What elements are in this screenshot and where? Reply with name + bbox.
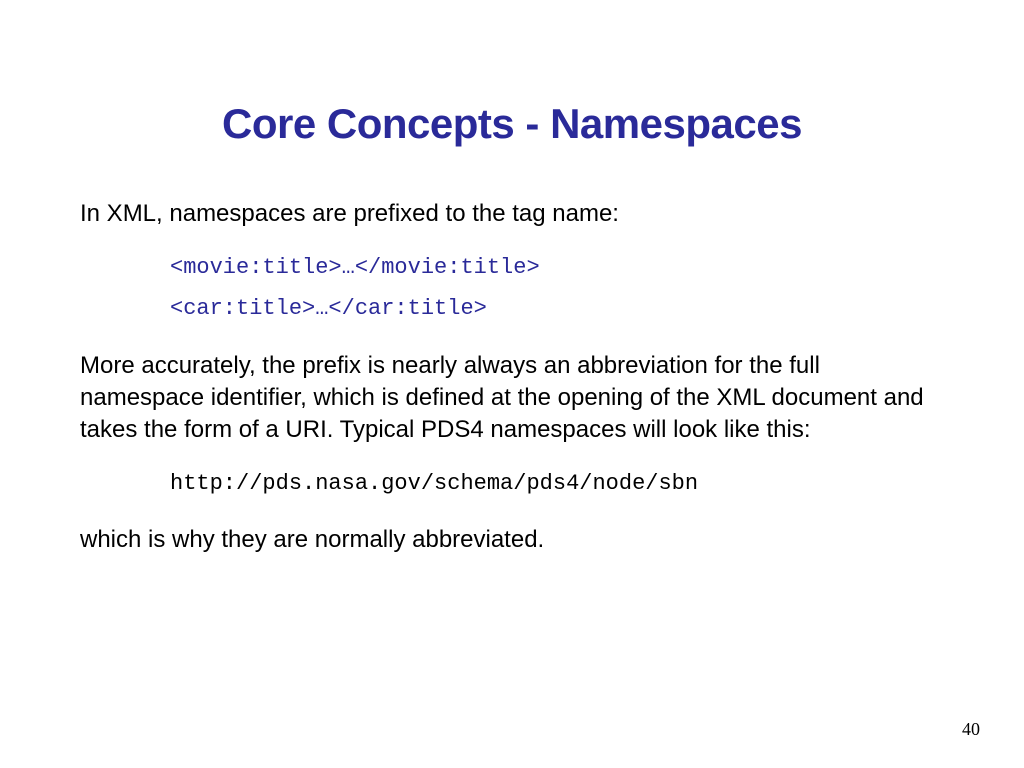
explanation-text: More accurately, the prefix is nearly al… xyxy=(80,350,944,447)
code-example-1: <movie:title>…</movie:title> xyxy=(170,254,944,283)
slide-title: Core Concepts - Namespaces xyxy=(80,100,944,148)
uri-example: http://pds.nasa.gov/schema/pds4/node/sbn xyxy=(170,471,944,496)
page-number: 40 xyxy=(962,719,980,740)
slide-container: Core Concepts - Namespaces In XML, names… xyxy=(0,0,1024,768)
closing-text: which is why they are normally abbreviat… xyxy=(80,524,944,556)
code-example-2: <car:title>…</car:title> xyxy=(170,295,944,324)
intro-text: In XML, namespaces are prefixed to the t… xyxy=(80,198,944,230)
